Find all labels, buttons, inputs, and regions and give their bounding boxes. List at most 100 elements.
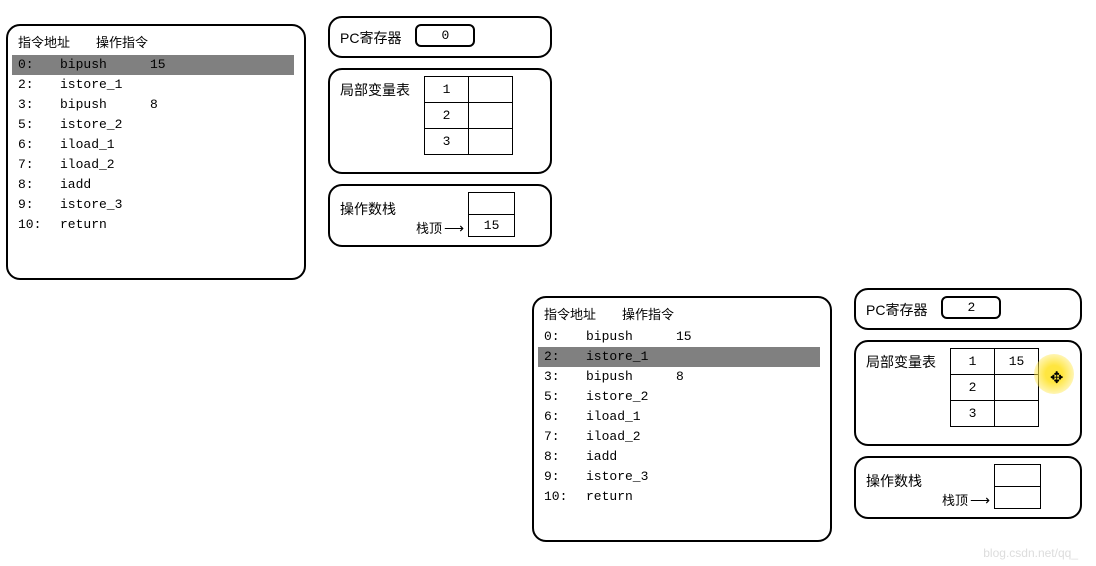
instr-arg xyxy=(150,135,190,155)
instr-op: iload_1 xyxy=(586,407,676,427)
header-op: 操作指令 xyxy=(622,304,674,323)
instr-addr: 8: xyxy=(544,447,586,467)
instr-arg xyxy=(676,427,716,447)
instruction-row: 3:bipush8 xyxy=(544,367,820,387)
instr-op: bipush xyxy=(586,367,676,387)
local-var-table-b: 115 2 3 xyxy=(950,348,1039,427)
instr-op: iload_2 xyxy=(586,427,676,447)
instr-op: istore_2 xyxy=(586,387,676,407)
instruction-panel-b: 指令地址 操作指令 0:bipush152:istore_13:bipush85… xyxy=(532,296,832,542)
instr-op: istore_1 xyxy=(586,347,676,367)
instruction-headers: 指令地址 操作指令 xyxy=(18,32,294,51)
instruction-headers: 指令地址 操作指令 xyxy=(544,304,820,323)
instruction-row: 8:iadd xyxy=(544,447,820,467)
instr-arg: 15 xyxy=(676,327,716,347)
instr-arg xyxy=(676,487,716,507)
instr-arg: 8 xyxy=(150,95,190,115)
stack-top-label: 栈顶 xyxy=(942,490,968,509)
instr-op: istore_1 xyxy=(60,75,150,95)
instruction-row: 7:iload_2 xyxy=(18,155,294,175)
instr-arg xyxy=(150,75,190,95)
instr-op: iadd xyxy=(586,447,676,467)
instr-addr: 3: xyxy=(544,367,586,387)
instr-arg xyxy=(676,467,716,487)
instr-arg xyxy=(150,175,190,195)
instruction-row: 0:bipush15 xyxy=(544,327,820,347)
instruction-row: 3:bipush8 xyxy=(18,95,294,115)
operand-stack-label: 操作数栈 xyxy=(866,471,922,491)
instr-op: iload_1 xyxy=(60,135,150,155)
pc-register-value: 0 xyxy=(415,24,475,47)
instr-op: iadd xyxy=(60,175,150,195)
instr-addr: 3: xyxy=(18,95,60,115)
instruction-row: 5:istore_2 xyxy=(544,387,820,407)
header-addr: 指令地址 xyxy=(544,304,596,323)
operand-stack-box-a: 操作数栈 栈顶 ⟶ 15 xyxy=(328,184,552,247)
instruction-row: 6:iload_1 xyxy=(544,407,820,427)
instr-arg xyxy=(150,115,190,135)
instruction-panel-a: 指令地址 操作指令 0:bipush152:istore_13:bipush85… xyxy=(6,24,306,280)
local-var-table-a: 1 2 3 xyxy=(424,76,513,155)
lvt-row: 1 xyxy=(425,77,513,103)
instr-addr: 6: xyxy=(544,407,586,427)
operand-stack-label: 操作数栈 xyxy=(340,199,396,219)
instr-addr: 2: xyxy=(544,347,586,367)
instruction-row: 7:iload_2 xyxy=(544,427,820,447)
instr-arg xyxy=(150,215,190,235)
arrow-right-icon: ⟶ xyxy=(444,220,464,237)
lvt-row: 115 xyxy=(951,349,1039,375)
lvt-row: 3 xyxy=(951,401,1039,427)
instruction-row: 5:istore_2 xyxy=(18,115,294,135)
pc-register-box-a: PC寄存器 0 xyxy=(328,16,552,58)
instr-op: istore_2 xyxy=(60,115,150,135)
pc-register-label: PC寄存器 xyxy=(866,296,927,320)
instr-op: return xyxy=(60,215,150,235)
arrow-right-icon: ⟶ xyxy=(970,492,990,509)
local-var-table-label: 局部变量表 xyxy=(866,348,936,372)
instr-op: istore_3 xyxy=(60,195,150,215)
instruction-row: 0:bipush15 xyxy=(12,55,294,75)
instruction-row: 9:istore_3 xyxy=(544,467,820,487)
lvt-row: 2 xyxy=(951,375,1039,401)
instr-addr: 0: xyxy=(544,327,586,347)
instr-arg xyxy=(150,155,190,175)
lvt-row: 2 xyxy=(425,103,513,129)
header-op: 操作指令 xyxy=(96,32,148,51)
instr-addr: 10: xyxy=(18,215,60,235)
instr-addr: 5: xyxy=(18,115,60,135)
instr-op: bipush xyxy=(586,327,676,347)
instr-arg xyxy=(676,407,716,427)
lvt-row: 3 xyxy=(425,129,513,155)
watermark-text: blog.csdn.net/qq_ xyxy=(983,546,1078,560)
instr-op: istore_3 xyxy=(586,467,676,487)
local-var-table-label: 局部变量表 xyxy=(340,76,410,100)
instr-addr: 8: xyxy=(18,175,60,195)
instruction-row: 8:iadd xyxy=(18,175,294,195)
instr-addr: 5: xyxy=(544,387,586,407)
instruction-row: 10:return xyxy=(544,487,820,507)
pc-register-label: PC寄存器 xyxy=(340,24,401,48)
instr-addr: 2: xyxy=(18,75,60,95)
instruction-row: 9:istore_3 xyxy=(18,195,294,215)
instr-addr: 9: xyxy=(544,467,586,487)
pc-register-box-b: PC寄存器 2 xyxy=(854,288,1082,330)
lvt-value-highlighted: 15 xyxy=(995,349,1039,375)
header-addr: 指令地址 xyxy=(18,32,70,51)
instr-op: bipush xyxy=(60,55,150,75)
pc-register-value: 2 xyxy=(941,296,1001,319)
instruction-row: 6:iload_1 xyxy=(18,135,294,155)
instr-op: bipush xyxy=(60,95,150,115)
instr-arg xyxy=(676,387,716,407)
instr-addr: 6: xyxy=(18,135,60,155)
instruction-row: 2:istore_1 xyxy=(538,347,820,367)
operand-stack-a: 15 xyxy=(468,192,515,237)
instr-arg xyxy=(676,447,716,467)
instr-addr: 9: xyxy=(18,195,60,215)
instr-addr: 7: xyxy=(544,427,586,447)
instruction-row: 2:istore_1 xyxy=(18,75,294,95)
instr-arg xyxy=(150,195,190,215)
instr-addr: 0: xyxy=(18,55,60,75)
local-var-table-box-a: 局部变量表 1 2 3 xyxy=(328,68,552,174)
instruction-row: 10:return xyxy=(18,215,294,235)
instr-op: iload_2 xyxy=(60,155,150,175)
